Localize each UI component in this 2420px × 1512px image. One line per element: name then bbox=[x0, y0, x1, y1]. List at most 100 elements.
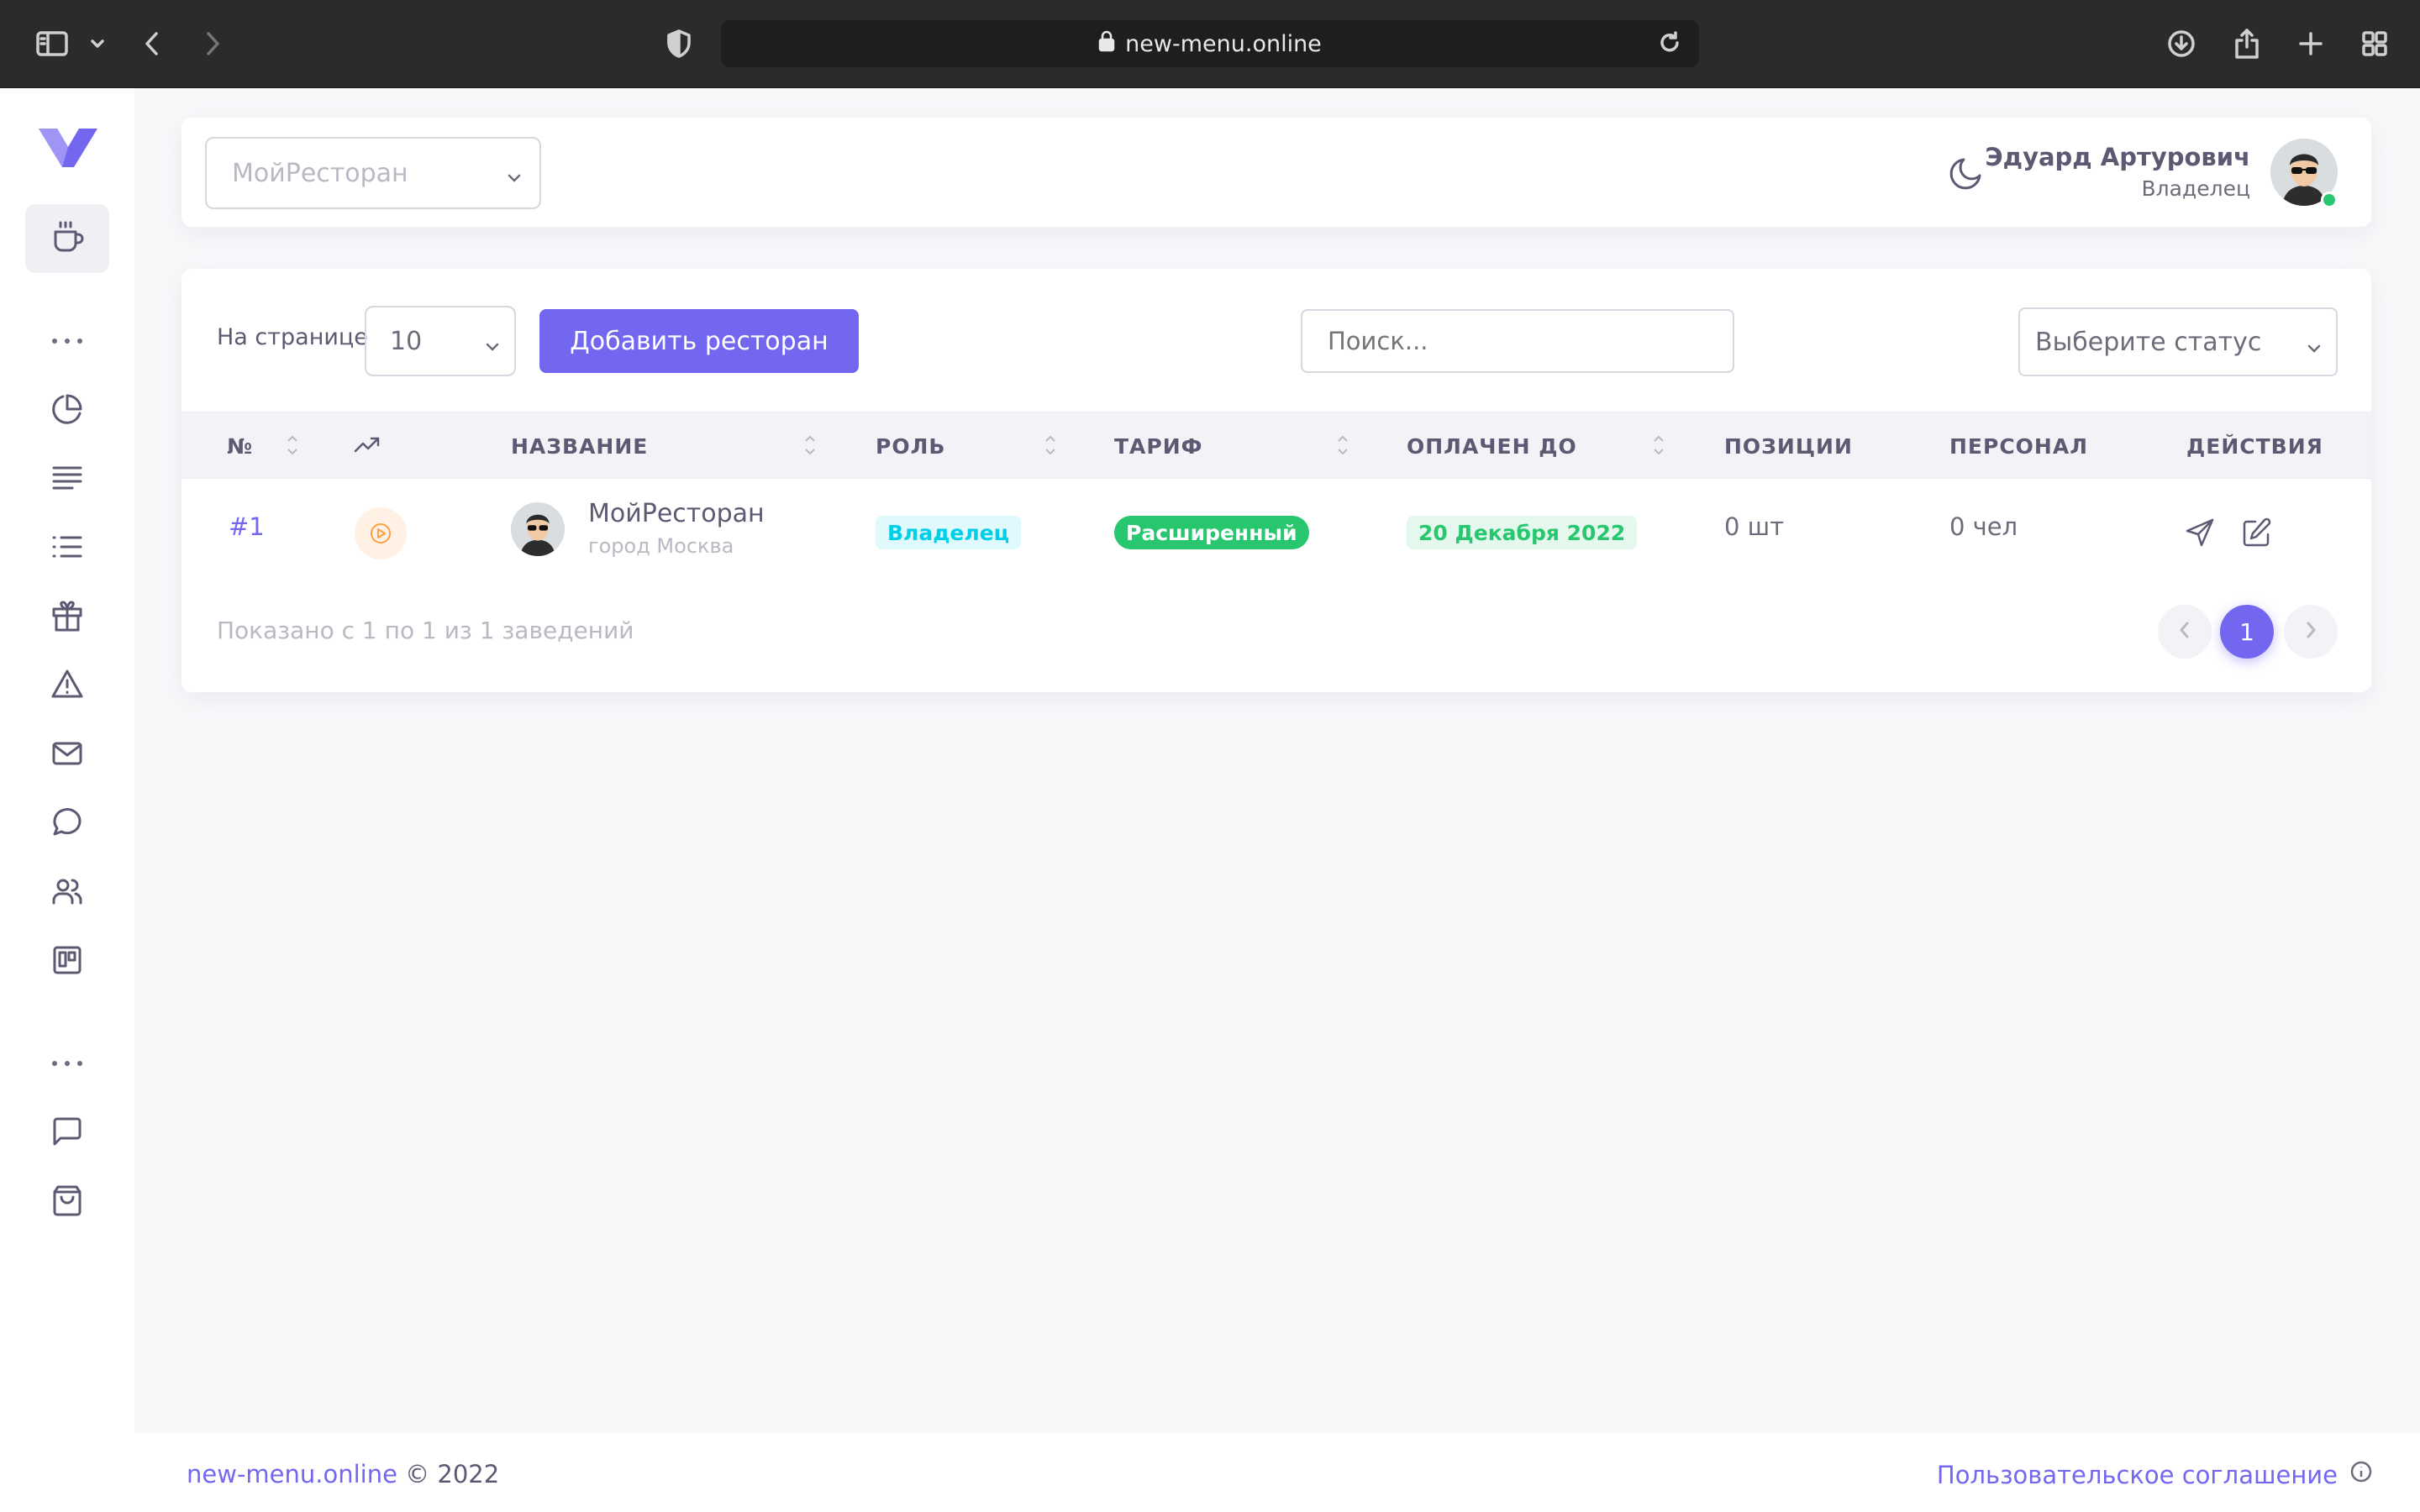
chevron-right-icon bbox=[2302, 620, 2319, 643]
online-status-dot bbox=[2321, 192, 2338, 208]
moon-icon[interactable] bbox=[1946, 153, 1986, 193]
next-page-button[interactable] bbox=[2284, 605, 2338, 659]
search-input[interactable] bbox=[1301, 309, 1734, 373]
table-row: #1 МойРесторан город Москва Владелец Рас… bbox=[182, 479, 2371, 581]
chevron-down-icon bbox=[484, 333, 501, 362]
sort-icon[interactable] bbox=[803, 431, 817, 459]
top-navbar: МойРесторан Эдуард Артурович Владелец bbox=[182, 118, 2371, 227]
url-text: new-menu.online bbox=[1125, 30, 1322, 57]
sidebar-item-alerts[interactable] bbox=[47, 666, 87, 706]
mail-icon bbox=[50, 737, 84, 774]
section-dots-2 bbox=[52, 1061, 82, 1069]
gift-icon bbox=[50, 599, 84, 636]
back-icon[interactable] bbox=[139, 25, 165, 62]
sidebar-item-shop[interactable] bbox=[47, 1182, 87, 1222]
prev-page-button[interactable] bbox=[2158, 605, 2212, 659]
sidebar-item-users[interactable] bbox=[47, 873, 87, 913]
plus-icon[interactable] bbox=[2294, 25, 2328, 62]
sidebar-item-mail[interactable] bbox=[47, 735, 87, 775]
sidebar bbox=[0, 88, 134, 1512]
logo-icon[interactable] bbox=[37, 125, 99, 172]
sort-icon[interactable] bbox=[286, 431, 299, 459]
share-icon[interactable] bbox=[2230, 25, 2264, 62]
message-square-icon bbox=[50, 1115, 84, 1152]
pagination-summary: Показано с 1 по 1 из 1 заведений bbox=[217, 617, 634, 644]
alert-triangle-icon bbox=[50, 668, 84, 705]
lock-icon bbox=[1098, 30, 1115, 58]
per-page-label: На странице bbox=[217, 324, 368, 350]
download-icon[interactable] bbox=[2165, 25, 2198, 62]
play-circle-icon[interactable] bbox=[355, 507, 407, 559]
browser-toolbar: new-menu.online bbox=[0, 0, 2420, 88]
shopping-bag-icon bbox=[50, 1184, 84, 1221]
info-icon bbox=[2349, 1460, 2373, 1489]
col-num[interactable]: № bbox=[227, 434, 253, 459]
sort-icon[interactable] bbox=[1044, 431, 1057, 459]
chevron-down-icon bbox=[2306, 334, 2323, 364]
pie-chart-icon bbox=[50, 392, 84, 429]
sort-icon[interactable] bbox=[1652, 431, 1665, 459]
sidebar-toggle-icon[interactable] bbox=[34, 25, 71, 62]
section-dots-1 bbox=[52, 339, 82, 347]
col-positions: ПОЗИЦИИ bbox=[1724, 434, 1853, 459]
sidebar-item-list[interactable] bbox=[47, 528, 87, 569]
row-staff: 0 чел bbox=[1949, 512, 2018, 541]
sort-icon[interactable] bbox=[1336, 431, 1349, 459]
restaurants-card: На странице 10 Добавить ресторан Выберит… bbox=[182, 269, 2371, 692]
sidebar-item-restaurants[interactable] bbox=[25, 204, 109, 273]
sidebar-item-messages[interactable] bbox=[47, 1113, 87, 1153]
user-name[interactable]: Эдуард Артурович bbox=[1985, 143, 2250, 171]
cup-icon bbox=[49, 218, 86, 259]
add-restaurant-button[interactable]: Добавить ресторан bbox=[539, 309, 859, 373]
row-id[interactable]: #1 bbox=[229, 512, 265, 541]
chevron-down-icon[interactable] bbox=[87, 25, 108, 62]
row-positions: 0 шт bbox=[1724, 512, 1785, 541]
sidebar-item-stats[interactable] bbox=[47, 391, 87, 431]
table-header: № НАЗВАНИЕ РОЛЬ ТАРИФ ОПЛАЧЕН ДО ПОЗИЦИИ… bbox=[182, 412, 2371, 479]
tariff-badge: Расширенный bbox=[1114, 516, 1309, 549]
users-icon bbox=[50, 874, 84, 911]
sidebar-item-text[interactable] bbox=[47, 459, 87, 500]
message-circle-icon bbox=[50, 806, 84, 843]
status-select-value: Выберите статус bbox=[2035, 327, 2262, 357]
footer-copyright: new-menu.online © 2022 bbox=[187, 1460, 499, 1488]
send-icon[interactable] bbox=[2183, 516, 2217, 549]
reload-icon[interactable] bbox=[1657, 30, 1682, 61]
status-select[interactable]: Выберите статус bbox=[2018, 307, 2338, 376]
sidebar-item-gifts[interactable] bbox=[47, 597, 87, 638]
footer-agreement: Пользовательское соглашение bbox=[1937, 1460, 2373, 1489]
col-role[interactable]: РОЛЬ bbox=[876, 434, 945, 459]
row-restaurant-name[interactable]: МойРесторан bbox=[588, 499, 765, 528]
forward-icon[interactable] bbox=[200, 25, 225, 62]
col-name[interactable]: НАЗВАНИЕ bbox=[511, 434, 648, 459]
address-bar[interactable]: new-menu.online bbox=[721, 20, 1699, 67]
col-tariff[interactable]: ТАРИФ bbox=[1114, 434, 1202, 459]
row-restaurant-city: город Москва bbox=[588, 534, 734, 558]
footer-copyright-text: © 2022 bbox=[405, 1460, 500, 1488]
col-paid-until[interactable]: ОПЛАЧЕН ДО bbox=[1407, 434, 1577, 459]
per-page-value: 10 bbox=[390, 326, 423, 356]
shield-icon[interactable] bbox=[662, 25, 696, 62]
avatar bbox=[511, 502, 565, 556]
footer-site-link[interactable]: new-menu.online bbox=[187, 1460, 397, 1488]
sidebar-item-chat[interactable] bbox=[47, 804, 87, 844]
col-staff: ПЕРСОНАЛ bbox=[1949, 434, 2088, 459]
chevron-down-icon bbox=[506, 164, 523, 193]
user-role: Владелец bbox=[2141, 176, 2251, 201]
page-button-1[interactable]: 1 bbox=[2220, 605, 2274, 659]
edit-icon[interactable] bbox=[2240, 516, 2274, 549]
trello-icon bbox=[50, 943, 84, 980]
per-page-select[interactable]: 10 bbox=[365, 306, 516, 376]
list-icon bbox=[50, 530, 84, 567]
footer: new-menu.online © 2022 Пользовательское … bbox=[134, 1433, 2420, 1512]
role-badge: Владелец bbox=[876, 516, 1022, 549]
user-agreement-link[interactable]: Пользовательское соглашение bbox=[1937, 1461, 2338, 1489]
tabs-grid-icon[interactable] bbox=[2358, 25, 2391, 62]
col-actions: ДЕЙСТВИЯ bbox=[2186, 434, 2323, 459]
sidebar-item-board[interactable] bbox=[47, 942, 87, 982]
restaurant-select[interactable]: МойРесторан bbox=[205, 137, 541, 209]
align-left-icon bbox=[50, 461, 84, 498]
trending-up-icon[interactable] bbox=[353, 431, 381, 465]
paid-until-badge: 20 Декабря 2022 bbox=[1407, 516, 1638, 549]
restaurant-select-value: МойРесторан bbox=[232, 158, 408, 188]
